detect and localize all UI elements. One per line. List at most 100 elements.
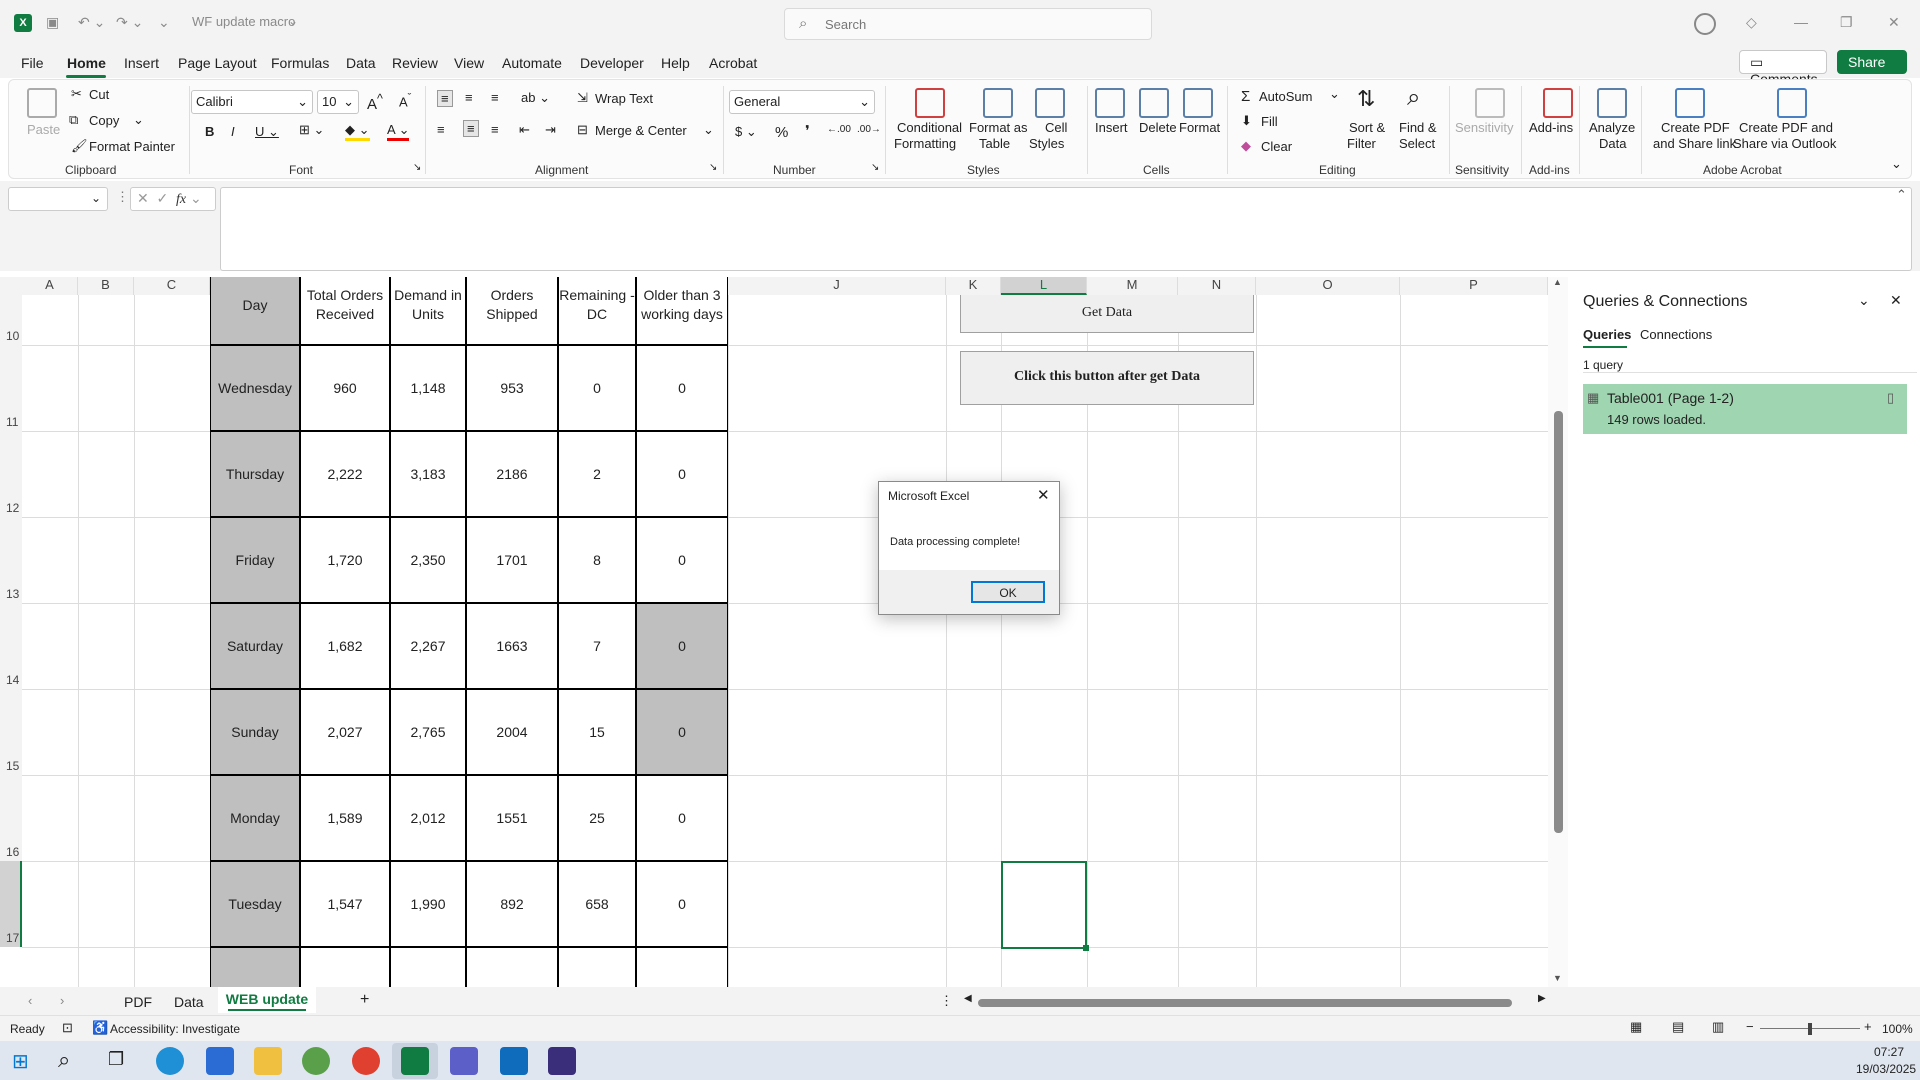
save-icon[interactable]: ▣ <box>46 14 59 31</box>
table-cell[interactable]: 1,682 <box>300 603 390 689</box>
menu-automate[interactable]: Automate <box>502 55 562 71</box>
column-header-j[interactable]: J <box>728 277 946 295</box>
file-explorer-icon[interactable] <box>254 1047 282 1075</box>
zoom-level[interactable]: 100% <box>1882 1022 1913 1036</box>
bold-icon[interactable]: B <box>205 124 214 139</box>
fill-color-icon[interactable]: ◆ ⌄ <box>345 122 370 141</box>
page-layout-view-icon[interactable]: ▤ <box>1672 1019 1684 1035</box>
scroll-right-icon[interactable]: ▶ <box>1538 993 1546 1004</box>
zoom-slider-thumb[interactable] <box>1808 1023 1812 1035</box>
table-cell[interactable]: 2,350 <box>390 517 466 603</box>
next-sheet-icon[interactable]: › <box>60 993 64 1008</box>
tab-queries[interactable]: Queries <box>1583 327 1631 342</box>
table-cell[interactable]: 2,267 <box>390 603 466 689</box>
scroll-up-icon[interactable]: ▲ <box>1553 277 1562 287</box>
table-cell[interactable]: Sunday <box>210 689 300 775</box>
table-cell[interactable]: 8 <box>558 517 636 603</box>
paste-button[interactable]: Paste <box>27 122 60 137</box>
table-cell[interactable]: 1,990 <box>390 861 466 947</box>
table-cell[interactable]: 25 <box>558 775 636 861</box>
menu-developer[interactable]: Developer <box>580 55 644 71</box>
scroll-left-icon[interactable]: ◀ <box>964 993 972 1004</box>
font-launcher-icon[interactable]: ↘ <box>413 162 421 173</box>
align-center-icon[interactable]: ≡ <box>463 120 479 137</box>
create-pdf-share-icon[interactable] <box>1675 88 1705 118</box>
dialog-ok-button[interactable]: OK <box>971 581 1045 603</box>
prev-sheet-icon[interactable]: ‹ <box>28 993 32 1008</box>
table-cell[interactable]: 1,547 <box>300 861 390 947</box>
menu-acrobat[interactable]: Acrobat <box>709 55 757 71</box>
sheet-tab-data[interactable]: Data <box>174 994 204 1010</box>
borders-icon[interactable]: ⊞ ⌄ <box>299 122 324 138</box>
sensitivity-icon[interactable] <box>1475 88 1505 118</box>
horizontal-scroll-thumb[interactable] <box>978 999 1512 1007</box>
row-header-10[interactable]: 10 <box>0 295 22 345</box>
chrome-icon[interactable] <box>352 1047 380 1075</box>
sensitivity-button[interactable]: Sensitivity <box>1455 120 1514 135</box>
search-input[interactable]: ⌕ Search <box>784 8 1152 40</box>
format-as-table-icon[interactable] <box>983 88 1013 118</box>
row-header-12[interactable]: 12 <box>0 431 22 517</box>
create-pdf-share-link-button[interactable]: Create PDF <box>1661 120 1730 135</box>
row-header-13[interactable]: 13 <box>0 517 22 603</box>
minimize-icon[interactable]: — <box>1794 14 1808 30</box>
close-pane-icon[interactable]: ✕ <box>1890 292 1902 309</box>
search-icon[interactable]: ⌕ <box>58 1047 70 1073</box>
teams-icon[interactable] <box>450 1047 478 1075</box>
formula-input[interactable] <box>220 187 1912 271</box>
undo-icon[interactable]: ↶ ⌄ <box>78 14 105 31</box>
table-cell[interactable]: Saturday <box>210 603 300 689</box>
table-cell[interactable]: 892 <box>466 861 558 947</box>
name-box[interactable]: ⌄ <box>8 187 108 211</box>
addins-button[interactable]: Add-ins <box>1529 120 1573 135</box>
scroll-thumb[interactable] <box>1554 411 1563 833</box>
format-cells-icon[interactable] <box>1183 88 1213 118</box>
italic-icon[interactable]: I <box>231 124 235 139</box>
column-header-l[interactable]: L <box>1001 277 1087 295</box>
table-cell[interactable]: 1,148 <box>390 345 466 431</box>
sheet-tab-web-update[interactable]: WEB update <box>218 987 316 1013</box>
align-bottom-icon[interactable]: ≡ <box>491 90 499 105</box>
table-header-cell[interactable]: Remaining - DC <box>558 277 636 345</box>
customize-qat-icon[interactable]: ⌄ <box>158 14 170 31</box>
cell-styles-button[interactable]: Cell <box>1045 120 1067 135</box>
table-header-cell[interactable]: Older than 3 working days <box>636 277 728 345</box>
table-cell[interactable]: 3,183 <box>390 431 466 517</box>
table-cell[interactable] <box>558 947 636 987</box>
font-size-select[interactable]: 10 ⌄ <box>317 90 359 114</box>
table-cell[interactable]: 960 <box>300 345 390 431</box>
clock-time[interactable]: 07:27 <box>1874 1045 1904 1059</box>
percent-icon[interactable]: % <box>775 124 788 141</box>
autosum-dropdown-icon[interactable]: ⌄ <box>1329 86 1340 102</box>
outlook-icon[interactable] <box>500 1047 528 1075</box>
cut-button[interactable]: Cut <box>89 87 109 102</box>
table-cell[interactable]: 0 <box>636 517 728 603</box>
sort-filter-button[interactable]: Sort & <box>1349 120 1385 135</box>
create-pdf-share-link-button-line2[interactable]: and Share link <box>1653 136 1736 151</box>
merge-dropdown-icon[interactable]: ⌄ <box>703 122 714 138</box>
comma-icon[interactable]: ❜ <box>805 122 810 140</box>
table-cell[interactable] <box>636 947 728 987</box>
cell-styles-button-line2[interactable]: Styles <box>1029 136 1064 151</box>
table-cell[interactable]: 1663 <box>466 603 558 689</box>
comments-button[interactable]: ▭ Comments <box>1739 50 1827 87</box>
clear-button[interactable]: Clear <box>1261 139 1292 154</box>
task-view-icon[interactable]: ❐ <box>108 1049 124 1070</box>
table-cell[interactable]: 1551 <box>466 775 558 861</box>
column-header-k[interactable]: K <box>946 277 1001 295</box>
find-select-button-line2[interactable]: Select <box>1399 136 1435 151</box>
clock-date[interactable]: 19/03/2025 <box>1856 1062 1916 1076</box>
decrease-indent-icon[interactable]: ⇤ <box>519 122 530 138</box>
addins-icon[interactable] <box>1543 88 1573 118</box>
menu-data[interactable]: Data <box>346 55 376 71</box>
more-icon[interactable]: ⋮ <box>116 189 129 205</box>
share-button[interactable]: Share ⌄ <box>1837 50 1907 86</box>
create-pdf-outlook-button-line2[interactable]: Share via Outlook <box>1733 136 1836 151</box>
font-color-icon[interactable]: A ⌄ <box>387 122 410 141</box>
table-cell[interactable]: 2186 <box>466 431 558 517</box>
table-cell[interactable]: 953 <box>466 345 558 431</box>
account-avatar[interactable] <box>1694 13 1716 35</box>
pane-options-icon[interactable]: ⌄ <box>1858 292 1870 309</box>
increase-decimal-icon[interactable]: ←.00 <box>827 124 851 135</box>
alignment-launcher-icon[interactable]: ↘ <box>709 162 717 173</box>
